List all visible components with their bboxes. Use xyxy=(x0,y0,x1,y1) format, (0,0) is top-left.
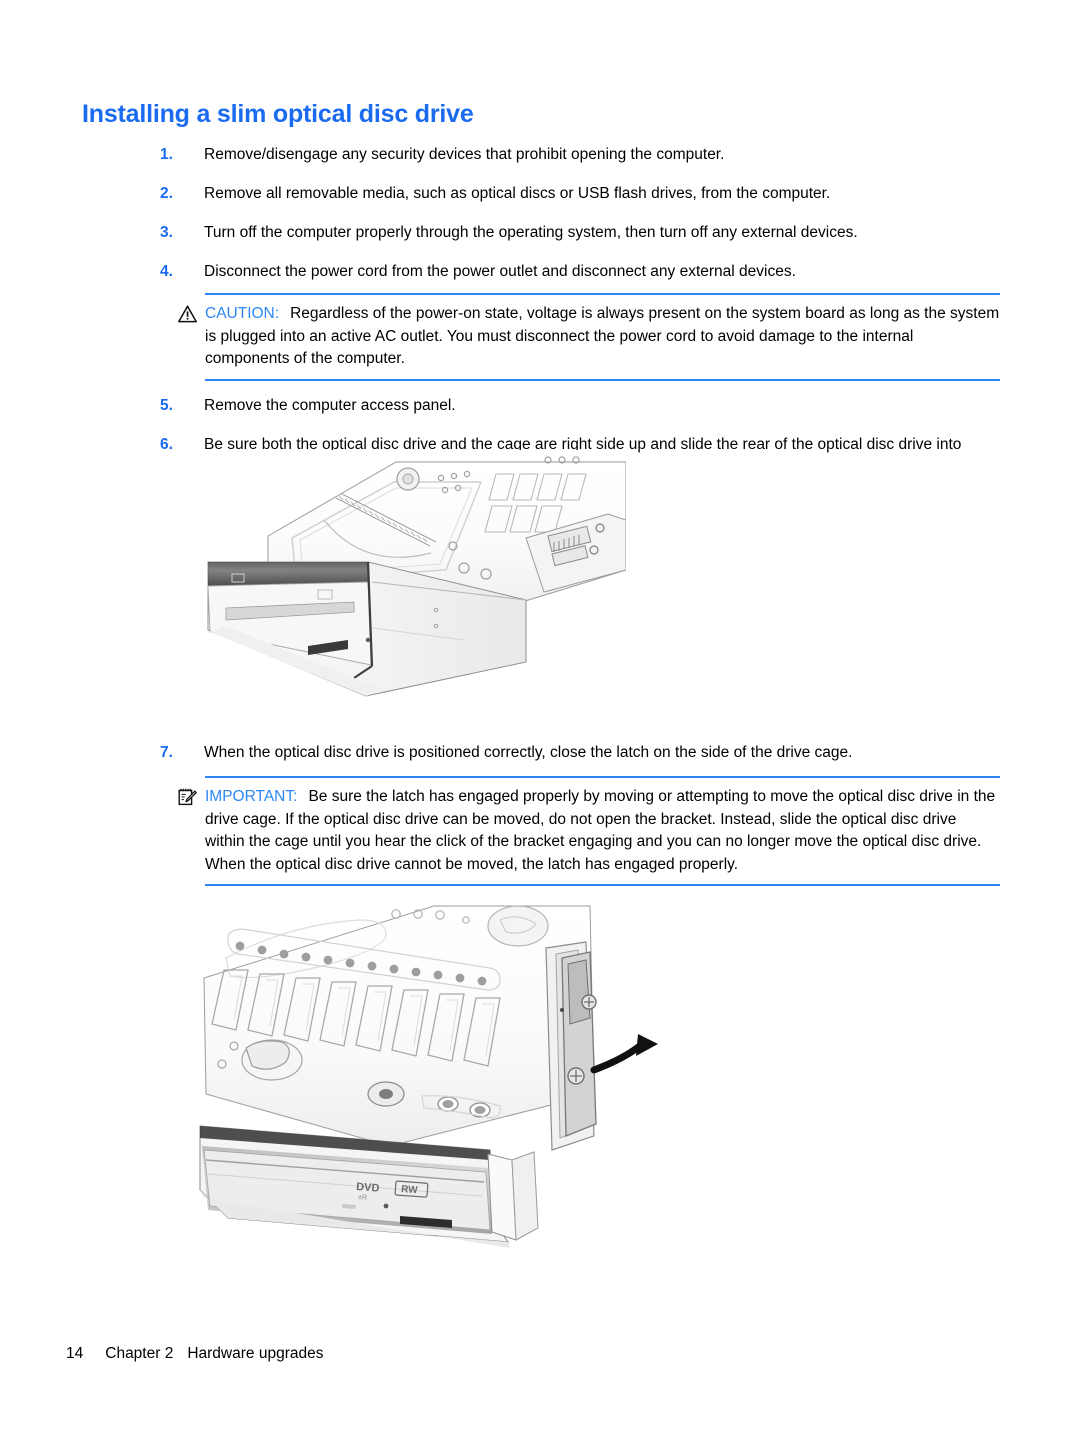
footer-chapter-title: Hardware upgrades xyxy=(187,1345,324,1362)
list-item: 3. Turn off the computer properly throug… xyxy=(82,222,1000,244)
step-text: Remove/disengage any security devices th… xyxy=(204,146,725,163)
step-number: 4. xyxy=(160,263,173,280)
list-item: 7. When the optical disc drive is positi… xyxy=(82,742,1000,764)
optical-drive-in-cage-photo xyxy=(196,450,626,735)
procedure-steps-list-continued: 7. When the optical disc drive is positi… xyxy=(82,742,1000,900)
important-callout: IMPORTANT: Be sure the latch has engaged … xyxy=(178,776,1000,886)
list-item: 5. Remove the computer access panel. xyxy=(82,395,1000,417)
list-item: 4. Disconnect the power cord from the po… xyxy=(82,261,1000,283)
step-text: Disconnect the power cord from the power… xyxy=(204,263,796,280)
step-number: 5. xyxy=(160,396,173,414)
step-number: 2. xyxy=(160,185,173,202)
footer-page-number: 14 xyxy=(66,1345,84,1362)
caution-label: CAUTION: xyxy=(205,305,280,322)
step-number: 3. xyxy=(160,224,173,241)
important-text: Be sure the latch has engaged properly b… xyxy=(205,788,996,873)
warning-triangle-icon xyxy=(178,305,197,323)
notepad-pencil-icon xyxy=(178,788,197,806)
step-text: Remove the computer access panel. xyxy=(204,396,456,414)
list-item: 1. Remove/disengage any security devices… xyxy=(82,144,1000,166)
caution-callout: CAUTION: Regardless of the power-on state… xyxy=(178,293,1000,381)
step-text: Turn off the computer properly through t… xyxy=(204,224,858,241)
svg-text:±R: ±R xyxy=(358,1194,367,1202)
svg-text:DVD: DVD xyxy=(356,1181,380,1195)
step-text: When the optical disc drive is positione… xyxy=(204,744,853,761)
svg-text:RW: RW xyxy=(401,1184,419,1196)
footer-chapter: Chapter 2 xyxy=(105,1345,174,1362)
page-title: Installing a slim optical disc drive xyxy=(82,100,474,128)
procedure-steps-list: 1. Remove/disengage any security devices… xyxy=(82,144,1000,495)
important-label: IMPORTANT: xyxy=(205,788,298,805)
step-text: Remove all removable media, such as opti… xyxy=(204,185,831,202)
step-number: 7. xyxy=(160,744,173,761)
caution-text: Regardless of the power-on state, voltag… xyxy=(205,305,1000,367)
list-item: 2. Remove all removable media, such as o… xyxy=(82,183,1000,205)
page-footer: 14 Chapter 2 Hardware upgrades xyxy=(66,1345,323,1363)
drive-cage-latch-photo: DVD ±R RW xyxy=(190,898,670,1288)
document-page: Installing a slim optical disc drive 1. … xyxy=(0,0,1080,1437)
step-number: 6. xyxy=(160,435,173,453)
step-number: 1. xyxy=(160,146,173,163)
